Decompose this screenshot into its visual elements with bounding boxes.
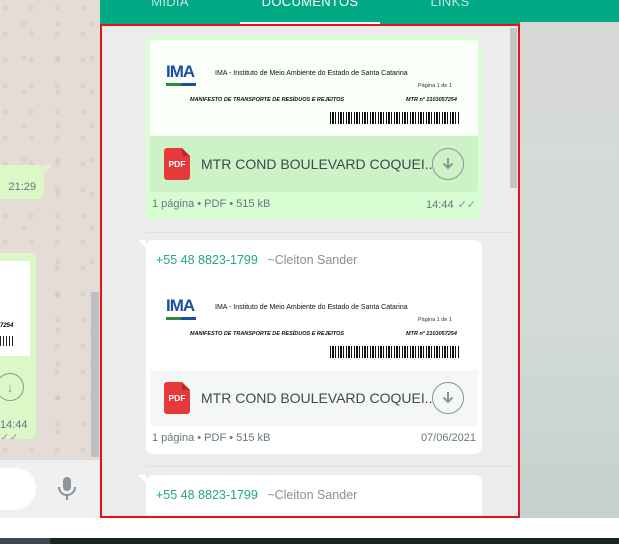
taskbar [0, 538, 619, 544]
message-input[interactable] [0, 468, 36, 510]
thumbnail-text: 7254 [0, 323, 14, 329]
document-card[interactable]: IMA IMA - Instituto de Meio Ambiente do … [146, 36, 482, 220]
download-button[interactable] [432, 148, 464, 180]
document-preview[interactable]: IMA IMA - Instituto de Meio Ambiente do … [150, 274, 478, 370]
tab-documents[interactable]: DOCUMENTOS [240, 0, 380, 25]
sender-name: ~Cleiton Sander [267, 253, 358, 267]
divider [146, 232, 512, 233]
preview-institution: IMA - Instituto de Meio Ambiente do Esta… [215, 70, 408, 77]
chat-background: 21:29 7254 ↓ 14:44 ✓✓ [0, 0, 100, 460]
ima-logo: IMA [166, 62, 196, 86]
microphone-icon[interactable] [56, 476, 78, 502]
chat-scrollbar[interactable] [91, 292, 99, 457]
file-info: 1 página • PDF • 515 kB [152, 432, 271, 444]
tab-media[interactable]: MÍDIA [100, 0, 240, 18]
download-button[interactable] [432, 382, 464, 414]
app-background [520, 0, 619, 518]
document-card[interactable]: +55 48 8823-1799 ~Cleiton Sander IMA IMA… [138, 240, 482, 454]
chat-document-bubble[interactable]: 7254 ↓ 14:44 ✓✓ [0, 253, 36, 439]
documents-panel: IMA IMA - Instituto de Meio Ambiente do … [100, 24, 520, 518]
tab-links[interactable]: LINKS [380, 0, 520, 18]
download-icon [442, 392, 454, 404]
sender-line: +55 48 8823-1799 ~Cleiton Sander [150, 244, 478, 274]
read-ticks-icon: ✓✓ [457, 199, 476, 211]
file-name: MTR COND BOULEVARD COQUEI... [201, 390, 432, 406]
download-icon [442, 158, 454, 170]
taskbar-segment [0, 538, 50, 544]
document-card[interactable]: +55 48 8823-1799 ~Cleiton Sander [138, 475, 482, 516]
sender-line: +55 48 8823-1799 ~Cleiton Sander [150, 479, 478, 509]
file-meta: 1 página • PDF • 515 kB 14:44 ✓✓ [150, 192, 478, 216]
preview-page: Página 1 de 1 [418, 317, 452, 323]
message-time: 21:29 [8, 181, 36, 193]
message-time: 07/06/2021 [420, 432, 476, 444]
barcode-graphic [0, 336, 14, 346]
message-time: 14:44 ✓✓ [426, 199, 476, 211]
header-strip [520, 0, 619, 22]
divider [146, 466, 512, 467]
document-preview[interactable]: IMA IMA - Instituto de Meio Ambiente do … [150, 40, 478, 136]
panel-scrollbar[interactable] [510, 28, 517, 188]
pdf-icon: PDF [164, 148, 190, 180]
file-row[interactable]: PDF MTR COND BOULEVARD COQUEI... [150, 136, 478, 192]
download-icon[interactable]: ↓ [0, 373, 24, 401]
preview-institution: IMA - Instituto de Meio Ambiente do Esta… [215, 304, 408, 311]
preview-mtr-number: MTR nº 2103057254 [406, 331, 457, 337]
file-meta: 1 página • PDF • 515 kB 07/06/2021 [150, 426, 478, 450]
file-name: MTR COND BOULEVARD COQUEI... [201, 156, 432, 172]
chat-message-bubble[interactable]: 21:29 [0, 165, 52, 199]
file-row[interactable]: PDF MTR COND BOULEVARD COQUEI... [150, 370, 478, 426]
preview-title: MANIFESTO DE TRANSPORTE DE RESÍDUOS E RE… [190, 331, 345, 337]
message-composer [0, 460, 100, 518]
preview-mtr-number: MTR nº 2103057254 [406, 97, 457, 103]
file-info: 1 página • PDF • 515 kB [152, 198, 271, 210]
preview-page: Página 1 de 1 [418, 83, 452, 89]
media-tabs: MÍDIA DOCUMENTOS LINKS [100, 0, 520, 25]
sender-number[interactable]: +55 48 8823-1799 [156, 488, 258, 502]
sender-number[interactable]: +55 48 8823-1799 [156, 253, 258, 267]
preview-title: MANIFESTO DE TRANSPORTE DE RESÍDUOS E RE… [190, 97, 345, 103]
pdf-icon: PDF [164, 382, 190, 414]
barcode-graphic [330, 112, 460, 124]
ima-logo: IMA [166, 296, 196, 320]
message-time: 14:44 ✓✓ [0, 419, 28, 439]
sender-name: ~Cleiton Sander [267, 488, 358, 502]
barcode-graphic [330, 346, 460, 358]
document-thumbnail: 7254 [0, 261, 30, 356]
